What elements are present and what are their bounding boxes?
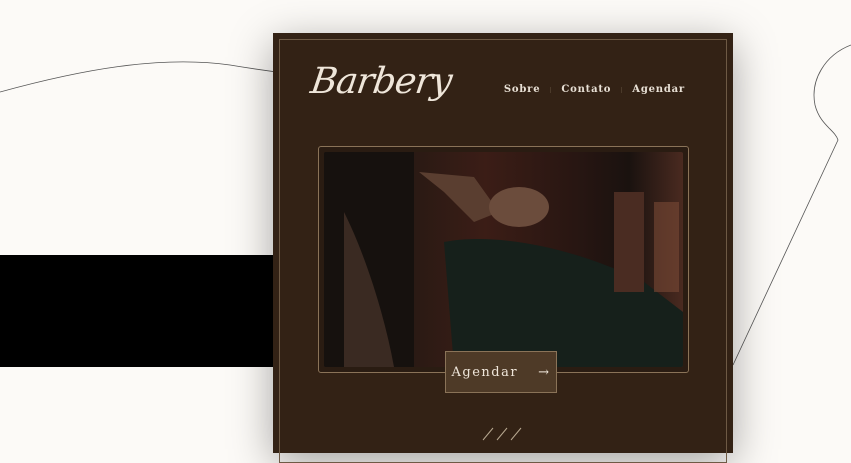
hero-image-frame [318, 146, 689, 373]
black-band [0, 255, 273, 367]
agendar-button-label: Agendar [451, 364, 519, 380]
nav-agendar[interactable]: Agendar [632, 84, 685, 95]
slash-divider-icon [482, 427, 522, 441]
agendar-button[interactable]: Agendar → [445, 351, 557, 393]
nav-separator [621, 86, 623, 93]
logo[interactable]: Barbery [308, 61, 454, 102]
nav-separator [550, 86, 552, 93]
main-nav: Sobre Contato Agendar [504, 84, 685, 95]
arrow-right-icon: → [538, 364, 551, 380]
nav-contato[interactable]: Contato [561, 84, 611, 95]
hero-barber-photo [324, 152, 683, 367]
website-preview-card: Barbery Sobre Contato Agendar Agendar → [273, 33, 733, 463]
barber-illustration [324, 152, 683, 367]
nav-sobre[interactable]: Sobre [504, 84, 541, 95]
